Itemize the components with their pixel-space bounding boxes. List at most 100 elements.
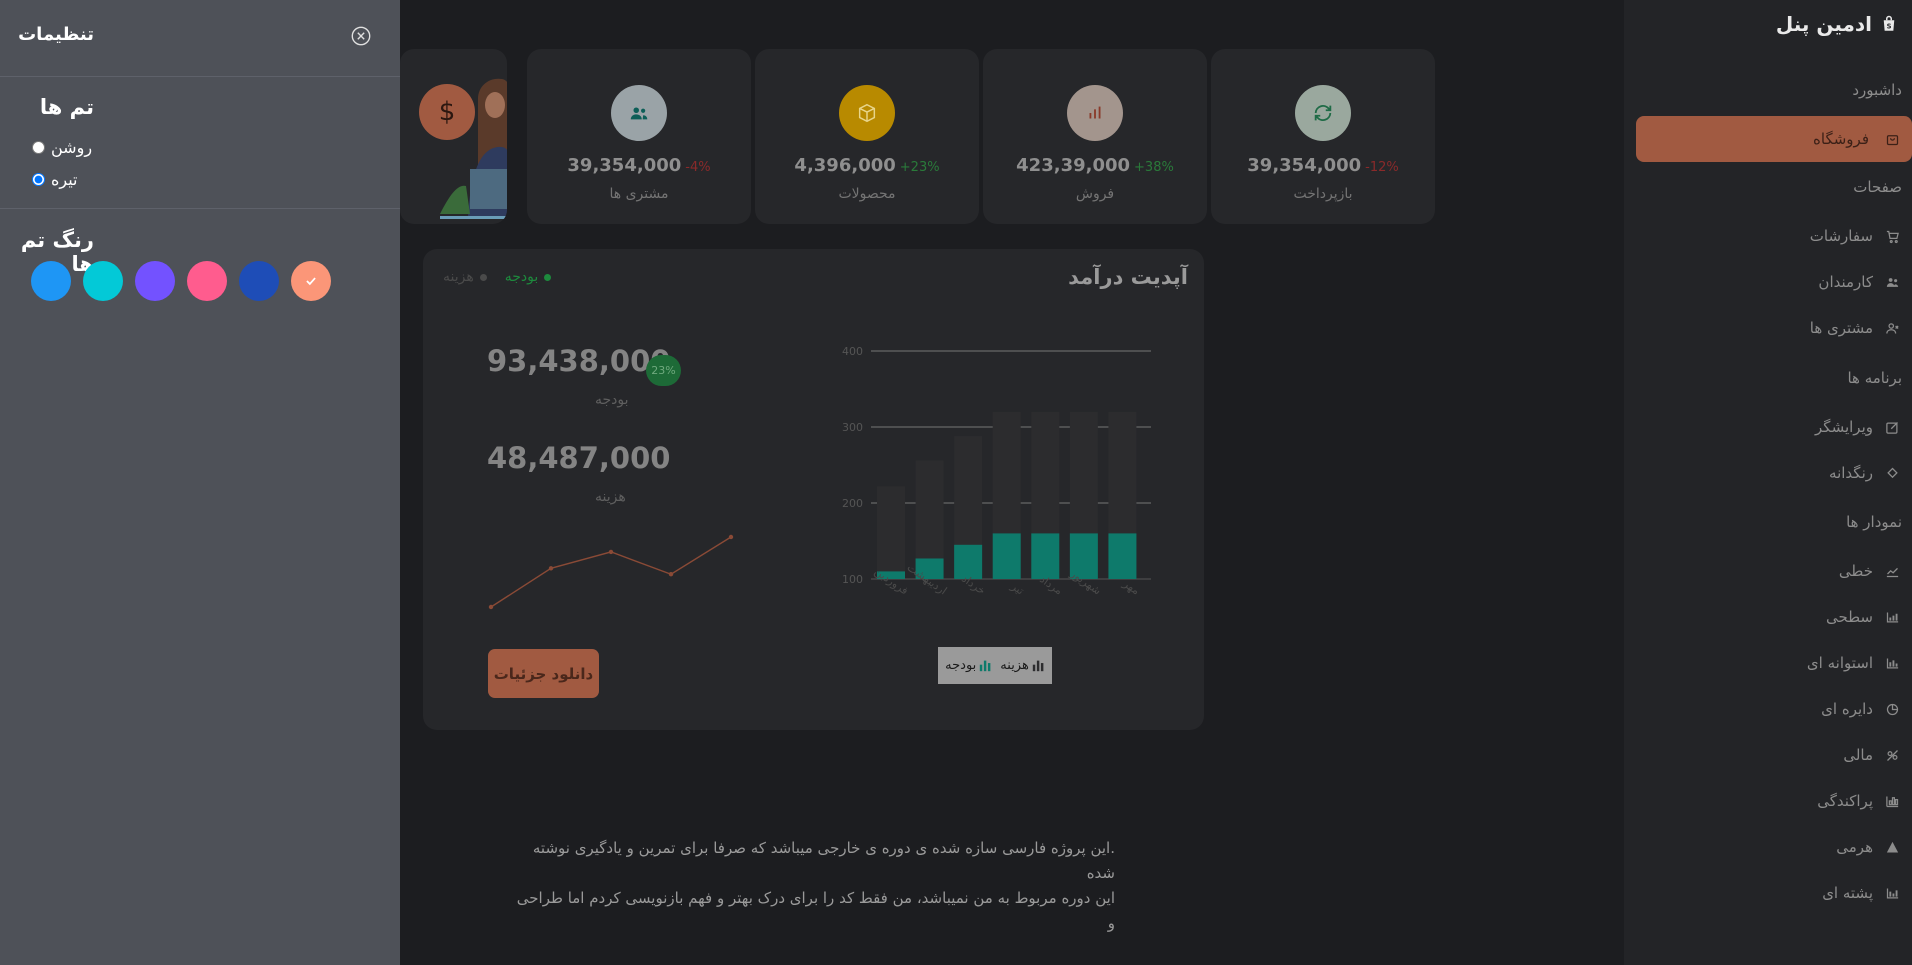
legend-budget: بودجه [505, 269, 552, 285]
footer-note: .این پروژه فارسی سازه شده ی دوره ی خارجی… [515, 836, 1115, 936]
shopping-bag-icon [1886, 134, 1899, 145]
sidebar-item-scatter[interactable]: پراکندگی [1817, 788, 1900, 814]
illustration-person [440, 78, 507, 219]
theme-light-radio[interactable] [32, 141, 45, 154]
section-charts: نمودار ها [1846, 513, 1902, 531]
sidebar-item-stacked[interactable]: پشته ای [1822, 880, 1900, 906]
sidebar-item-label: سفارشات [1809, 227, 1873, 245]
expense-label: هزینه [595, 489, 626, 505]
main-content: $ 39,354,000 -4% مشتری ها 4,396,000 +23% م… [400, 0, 1624, 965]
bar-chart-icon[interactable] [1067, 85, 1123, 141]
theme-dark-option[interactable]: تیره [32, 170, 78, 189]
revenue-legend: بودجه هزینه [443, 269, 552, 285]
sparkline-point[interactable] [608, 549, 614, 555]
sidebar-item-customers[interactable]: مشتری ها [1810, 315, 1900, 341]
brand[interactable]: S ادمین پنل [1776, 12, 1898, 36]
sparkline-point[interactable] [488, 604, 494, 610]
bar-chart-icon [1032, 660, 1044, 672]
sidebar-item-pie[interactable]: دایره ای [1821, 696, 1900, 722]
theme-light-option[interactable]: روشن [32, 138, 92, 157]
divider [0, 208, 400, 209]
divider [0, 76, 400, 77]
customers-icon [1886, 322, 1899, 334]
revenue-bar-chart: 100200300400فروردیناردیبهشت خرداد تیر مرداد… [842, 345, 1151, 598]
scatter-icon [1886, 796, 1899, 807]
close-icon [351, 26, 371, 46]
revenue-title: آپدیت درآمد [1068, 265, 1188, 289]
section-pages: صفحات [1853, 178, 1902, 196]
bar-chart-icon [1886, 658, 1899, 668]
sidebar-item-label: دایره ای [1821, 700, 1873, 718]
stat-label: بازپرداخت [1293, 186, 1353, 202]
y-tick-label: 400 [842, 345, 863, 358]
sidebar-item-label: استوانه ای [1806, 654, 1873, 672]
sidebar-item-label: خطی [1838, 562, 1873, 580]
pie-chart-icon [1886, 703, 1899, 715]
x-tick-label: مهر [1120, 576, 1142, 597]
theme-dark-radio[interactable] [32, 173, 45, 186]
footer-line-1: .این پروژه فارسی سازه شده ی دوره ی خارجی… [532, 839, 1115, 882]
color-swatch[interactable] [239, 261, 279, 301]
financial-icon [1887, 749, 1898, 761]
refresh-icon[interactable] [1295, 85, 1351, 141]
stat-card-refunds: 39,354,000 -12% بازپرداخت [1211, 49, 1435, 224]
download-details-button[interactable]: دانلود جزئیات [488, 649, 599, 698]
sidebar-item-pyramid[interactable]: هرمی [1836, 834, 1900, 860]
stat-card-products: 4,396,000 +23% محصولات [755, 49, 979, 224]
sparkline-point[interactable] [668, 572, 674, 577]
chart-legend-budget[interactable]: بودجه [945, 658, 992, 673]
footer-line-2: این دوره مربوط به من نمیباشد، من فقط کد … [516, 889, 1115, 932]
theme-light-label: روشن [51, 138, 93, 157]
bar-budget[interactable] [992, 533, 1021, 579]
settings-title: تنظیمات [18, 24, 94, 45]
sidebar-item-label: مشتری ها [1809, 319, 1873, 337]
sparkline-chart [488, 534, 734, 610]
shopify-bag-icon: S [1883, 15, 1895, 31]
bar-budget[interactable] [1108, 533, 1137, 579]
color-swatch[interactable] [291, 261, 331, 301]
sidebar-item-employees[interactable]: کارمندان [1818, 269, 1900, 295]
sidebar-item-editor[interactable]: ویرایشگر [1815, 414, 1900, 440]
line-chart-icon [1886, 567, 1899, 577]
stat-card-customers: 39,354,000 -4% مشتری ها [527, 49, 751, 224]
users-icon[interactable] [611, 85, 667, 141]
stat-label: محصولات [838, 186, 896, 202]
sidebar: S ادمین پنل داشبورد فروشگاه صفحات سفارشا… [1624, 0, 1912, 965]
box-icon[interactable] [839, 85, 895, 141]
edit-icon [1886, 421, 1898, 434]
bar-chart-icon [980, 660, 991, 672]
close-settings-button[interactable] [350, 25, 372, 47]
pyramid-icon [1886, 841, 1899, 852]
sidebar-item-label: کارمندان [1818, 273, 1873, 291]
stat-value: 39,354,000 -12% [1247, 155, 1399, 176]
settings-panel: تنظیمات تم ها روشن تیره رنگ تم ها [0, 0, 400, 965]
sidebar-item-area[interactable]: سطحی [1826, 604, 1900, 630]
x-tick-label: خرداد [959, 572, 988, 597]
sidebar-item-color-picker[interactable]: رنگدانه [1829, 460, 1900, 486]
sparkline-point[interactable] [548, 566, 554, 571]
sparkline-point[interactable] [728, 534, 734, 540]
stat-value: 4,396,000 +23% [794, 155, 940, 176]
chart-legend-expense[interactable]: هزینه [1000, 658, 1045, 673]
x-tick-label: مرداد [1037, 573, 1065, 598]
sidebar-item-orders[interactable]: سفارشات [1810, 223, 1900, 249]
sidebar-item-bar[interactable]: استوانه ای [1807, 650, 1900, 676]
expense-value: 48,487,000 [487, 441, 671, 475]
budget-value: 93,438,000 [487, 344, 671, 378]
color-swatch[interactable] [83, 261, 123, 301]
sidebar-item-line[interactable]: خطی [1839, 558, 1900, 584]
stat-label: فروش [1075, 186, 1115, 202]
legend-expense: هزینه [443, 269, 487, 285]
sidebar-item-financial[interactable]: مالی [1843, 742, 1900, 768]
color-swatch[interactable] [187, 261, 227, 301]
color-swatch[interactable] [135, 261, 175, 301]
stat-card-sales: 423,39,000 +38% فروش [983, 49, 1207, 224]
sidebar-item-shop[interactable]: فروشگاه [1636, 116, 1912, 162]
sidebar-item-label: مالی [1843, 746, 1873, 764]
area-chart-icon [1886, 612, 1899, 622]
chart-legend: هزینه بودجه [938, 647, 1052, 684]
theme-dark-label: تیره [51, 170, 78, 189]
y-tick-label: 300 [842, 421, 863, 434]
color-swatch[interactable] [31, 261, 71, 301]
themes-heading: تم ها [39, 95, 94, 119]
